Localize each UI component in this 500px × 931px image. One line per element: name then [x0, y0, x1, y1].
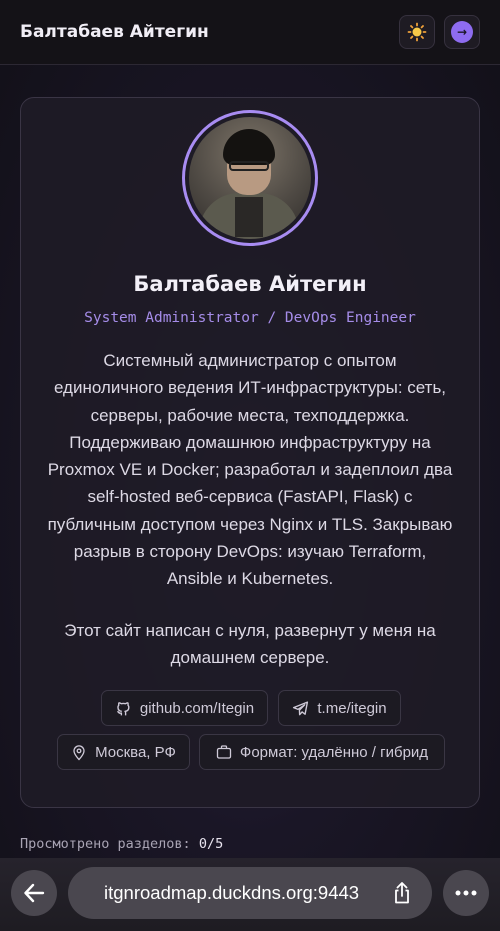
- progress-label: Просмотрено разделов:: [20, 836, 191, 852]
- telegram-link-label: t.me/itegin: [317, 699, 387, 717]
- more-options-button[interactable]: [443, 870, 489, 916]
- sun-icon: [407, 22, 427, 42]
- work-format-label: Формат: удалённо / гибрид: [239, 743, 429, 761]
- location-chip: Москва, РФ: [57, 734, 190, 770]
- ellipsis-icon: [455, 890, 477, 896]
- profile-card: Балтабаев Айтегин System Administrator /…: [20, 97, 480, 808]
- briefcase-icon: [216, 745, 232, 759]
- browser-toolbar: itgnroadmap.duckdns.org:9443: [0, 858, 500, 931]
- avatar-ring: [182, 110, 318, 246]
- profile-name: Балтабаев Айтегин: [133, 272, 367, 296]
- telegram-icon: [293, 700, 309, 715]
- work-format-chip: Формат: удалённо / гибрид: [199, 734, 445, 770]
- address-bar[interactable]: itgnroadmap.duckdns.org:9443: [68, 867, 432, 919]
- share-icon[interactable]: [392, 881, 412, 905]
- progress-value: 0/5: [198, 836, 224, 852]
- url-text: itgnroadmap.duckdns.org:9443: [104, 882, 360, 903]
- enter-button[interactable]: →: [444, 15, 480, 49]
- theme-toggle-button[interactable]: [399, 15, 435, 49]
- top-bar: Балтабаев Айтегин →: [0, 0, 500, 65]
- arrow-left-icon: [24, 883, 45, 903]
- profile-role: System Administrator / DevOps Engineer: [84, 310, 416, 326]
- avatar: [189, 117, 311, 239]
- location-label: Москва, РФ: [95, 743, 176, 761]
- progress-counter: Просмотрено разделов: 0/5: [20, 836, 223, 852]
- github-icon: [116, 701, 130, 715]
- github-link-label: github.com/Itegin: [139, 699, 255, 717]
- back-button[interactable]: [11, 870, 57, 916]
- telegram-link[interactable]: t.me/itegin: [278, 690, 401, 726]
- profile-note: Этот сайт написан с нуля, развернут у ме…: [64, 621, 436, 668]
- top-actions: →: [399, 15, 480, 49]
- location-pin-icon: [73, 744, 85, 760]
- profile-bio: Системный администратор с опытом единоли…: [47, 351, 453, 589]
- site-title[interactable]: Балтабаев Айтегин: [20, 22, 209, 42]
- arrow-right-icon: →: [451, 21, 473, 43]
- github-link[interactable]: github.com/Itegin: [101, 690, 268, 726]
